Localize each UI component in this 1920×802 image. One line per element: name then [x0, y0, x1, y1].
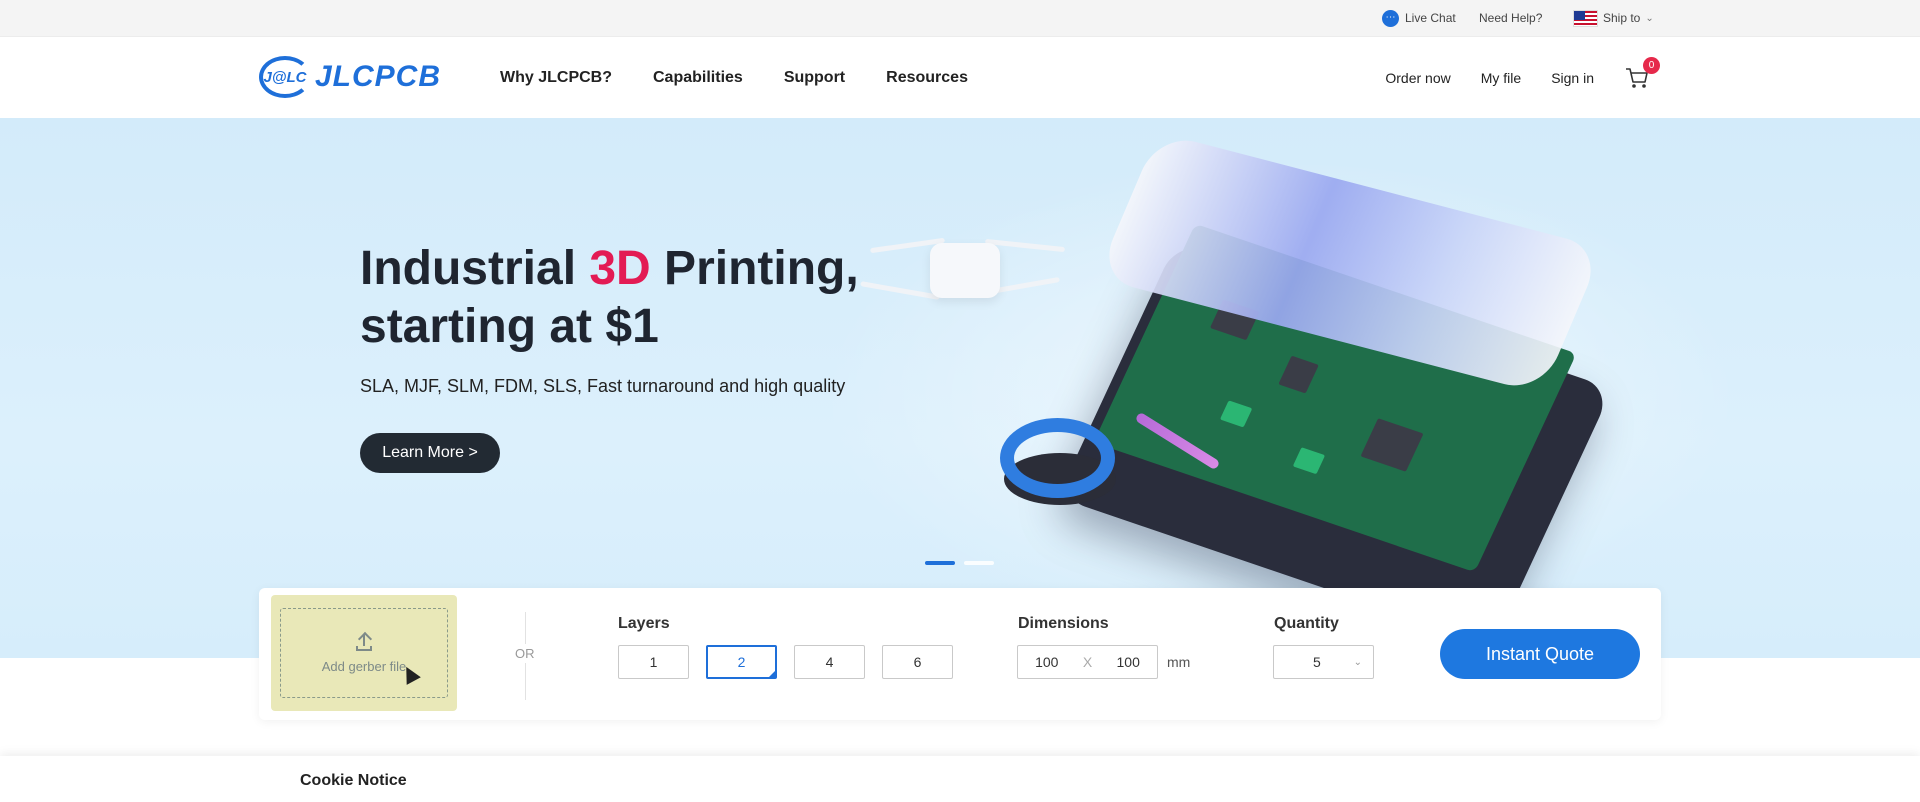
- cookie-notice: Cookie Notice: [0, 756, 1920, 802]
- nav-capabilities[interactable]: Capabilities: [653, 69, 743, 87]
- sign-in-link[interactable]: Sign in: [1551, 70, 1594, 86]
- dim-separator: X: [1082, 654, 1093, 670]
- quote-panel: Add gerber file OR Layers 1 2 4 6 Dimens…: [259, 588, 1661, 720]
- hero-title-part2: Printing,: [650, 242, 859, 295]
- layer-option-2[interactable]: 2: [706, 645, 777, 679]
- pcb-connector: [1292, 447, 1326, 475]
- upload-area: Add gerber file: [271, 595, 457, 711]
- hero-title-highlight: 3D: [589, 242, 651, 295]
- chevron-down-icon: ⌄: [1353, 656, 1362, 668]
- hero-title-part1: Industrial: [360, 242, 590, 295]
- layers-label: Layers: [618, 615, 670, 632]
- quantity-select[interactable]: 5 ⌄: [1273, 645, 1374, 679]
- add-gerber-button[interactable]: Add gerber file: [280, 608, 448, 698]
- or-label: OR: [515, 644, 535, 663]
- nav-why-jlcpcb[interactable]: Why JLCPCB?: [500, 69, 612, 87]
- hero-title: Industrial 3D Printing, starting at $1: [360, 240, 859, 356]
- hero-subtitle: SLA, MJF, SLM, FDM, SLS, Fast turnaround…: [360, 376, 846, 396]
- width-input[interactable]: 100: [1018, 654, 1076, 670]
- carousel-dot-2[interactable]: [964, 561, 994, 565]
- need-help-label: Need Help?: [1479, 11, 1543, 25]
- upload-icon: [355, 633, 373, 651]
- dimensions-label: Dimensions: [1018, 615, 1109, 632]
- height-input[interactable]: 100: [1099, 654, 1157, 670]
- instant-quote-button[interactable]: Instant Quote: [1440, 629, 1640, 679]
- pcb-chip: [1360, 418, 1424, 472]
- cart-count-badge: 0: [1643, 56, 1660, 74]
- top-utility-bar: ⋯ Live Chat Need Help? Ship to ⌄: [0, 0, 1920, 37]
- main-nav: J@LC JLCPCB Why JLCPCB? Capabilities Sup…: [0, 37, 1920, 118]
- chevron-down-icon: ⌄: [1645, 12, 1654, 24]
- quantity-label: Quantity: [1274, 615, 1339, 632]
- us-flag-icon: [1573, 9, 1598, 27]
- hero-banner: Industrial 3D Printing, starting at $1 S…: [0, 118, 1920, 658]
- my-file-link[interactable]: My file: [1481, 70, 1521, 86]
- ship-to-label: Ship to: [1603, 11, 1641, 25]
- logo-text: JLCPCB: [315, 60, 442, 93]
- layer-option-4[interactable]: 4: [794, 645, 865, 679]
- quantity-value: 5: [1313, 654, 1321, 670]
- nav-resources[interactable]: Resources: [886, 69, 968, 87]
- pcb-connector: [1219, 400, 1253, 428]
- cookie-notice-title: Cookie Notice: [300, 772, 407, 789]
- order-now-link[interactable]: Order now: [1385, 70, 1450, 86]
- pcb-chip: [1278, 355, 1319, 394]
- ship-to-selector[interactable]: Ship to ⌄: [1573, 0, 1654, 36]
- logo[interactable]: J@LC JLCPCB: [259, 55, 441, 99]
- chat-icon: ⋯: [1382, 9, 1399, 27]
- logo-mark: J@LC: [259, 56, 311, 98]
- hero-title-line2: starting at $1: [360, 300, 659, 353]
- carousel-dot-1[interactable]: [925, 561, 955, 565]
- dimension-unit: mm: [1167, 654, 1191, 670]
- nav-right: Order now My file Sign in 0: [1355, 37, 1660, 118]
- add-gerber-label: Add gerber file: [321, 658, 407, 674]
- dimensions-field: 100 X 100: [1017, 645, 1158, 679]
- layer-option-6[interactable]: 6: [882, 645, 953, 679]
- live-chat-label: Live Chat: [1405, 11, 1456, 25]
- cart-button[interactable]: 0: [1624, 56, 1660, 91]
- carousel-indicators: [925, 561, 1003, 565]
- live-chat-link[interactable]: ⋯ Live Chat: [1382, 0, 1456, 36]
- need-help-link[interactable]: Need Help?: [1479, 0, 1542, 36]
- layer-option-1[interactable]: 1: [618, 645, 689, 679]
- nav-support[interactable]: Support: [784, 69, 845, 87]
- nav-links: Why JLCPCB? Capabilities Support Resourc…: [500, 37, 1009, 118]
- learn-more-button[interactable]: Learn More >: [360, 433, 500, 473]
- drone-illustration: [930, 243, 1000, 298]
- filament-spool-illustration: [1000, 418, 1115, 498]
